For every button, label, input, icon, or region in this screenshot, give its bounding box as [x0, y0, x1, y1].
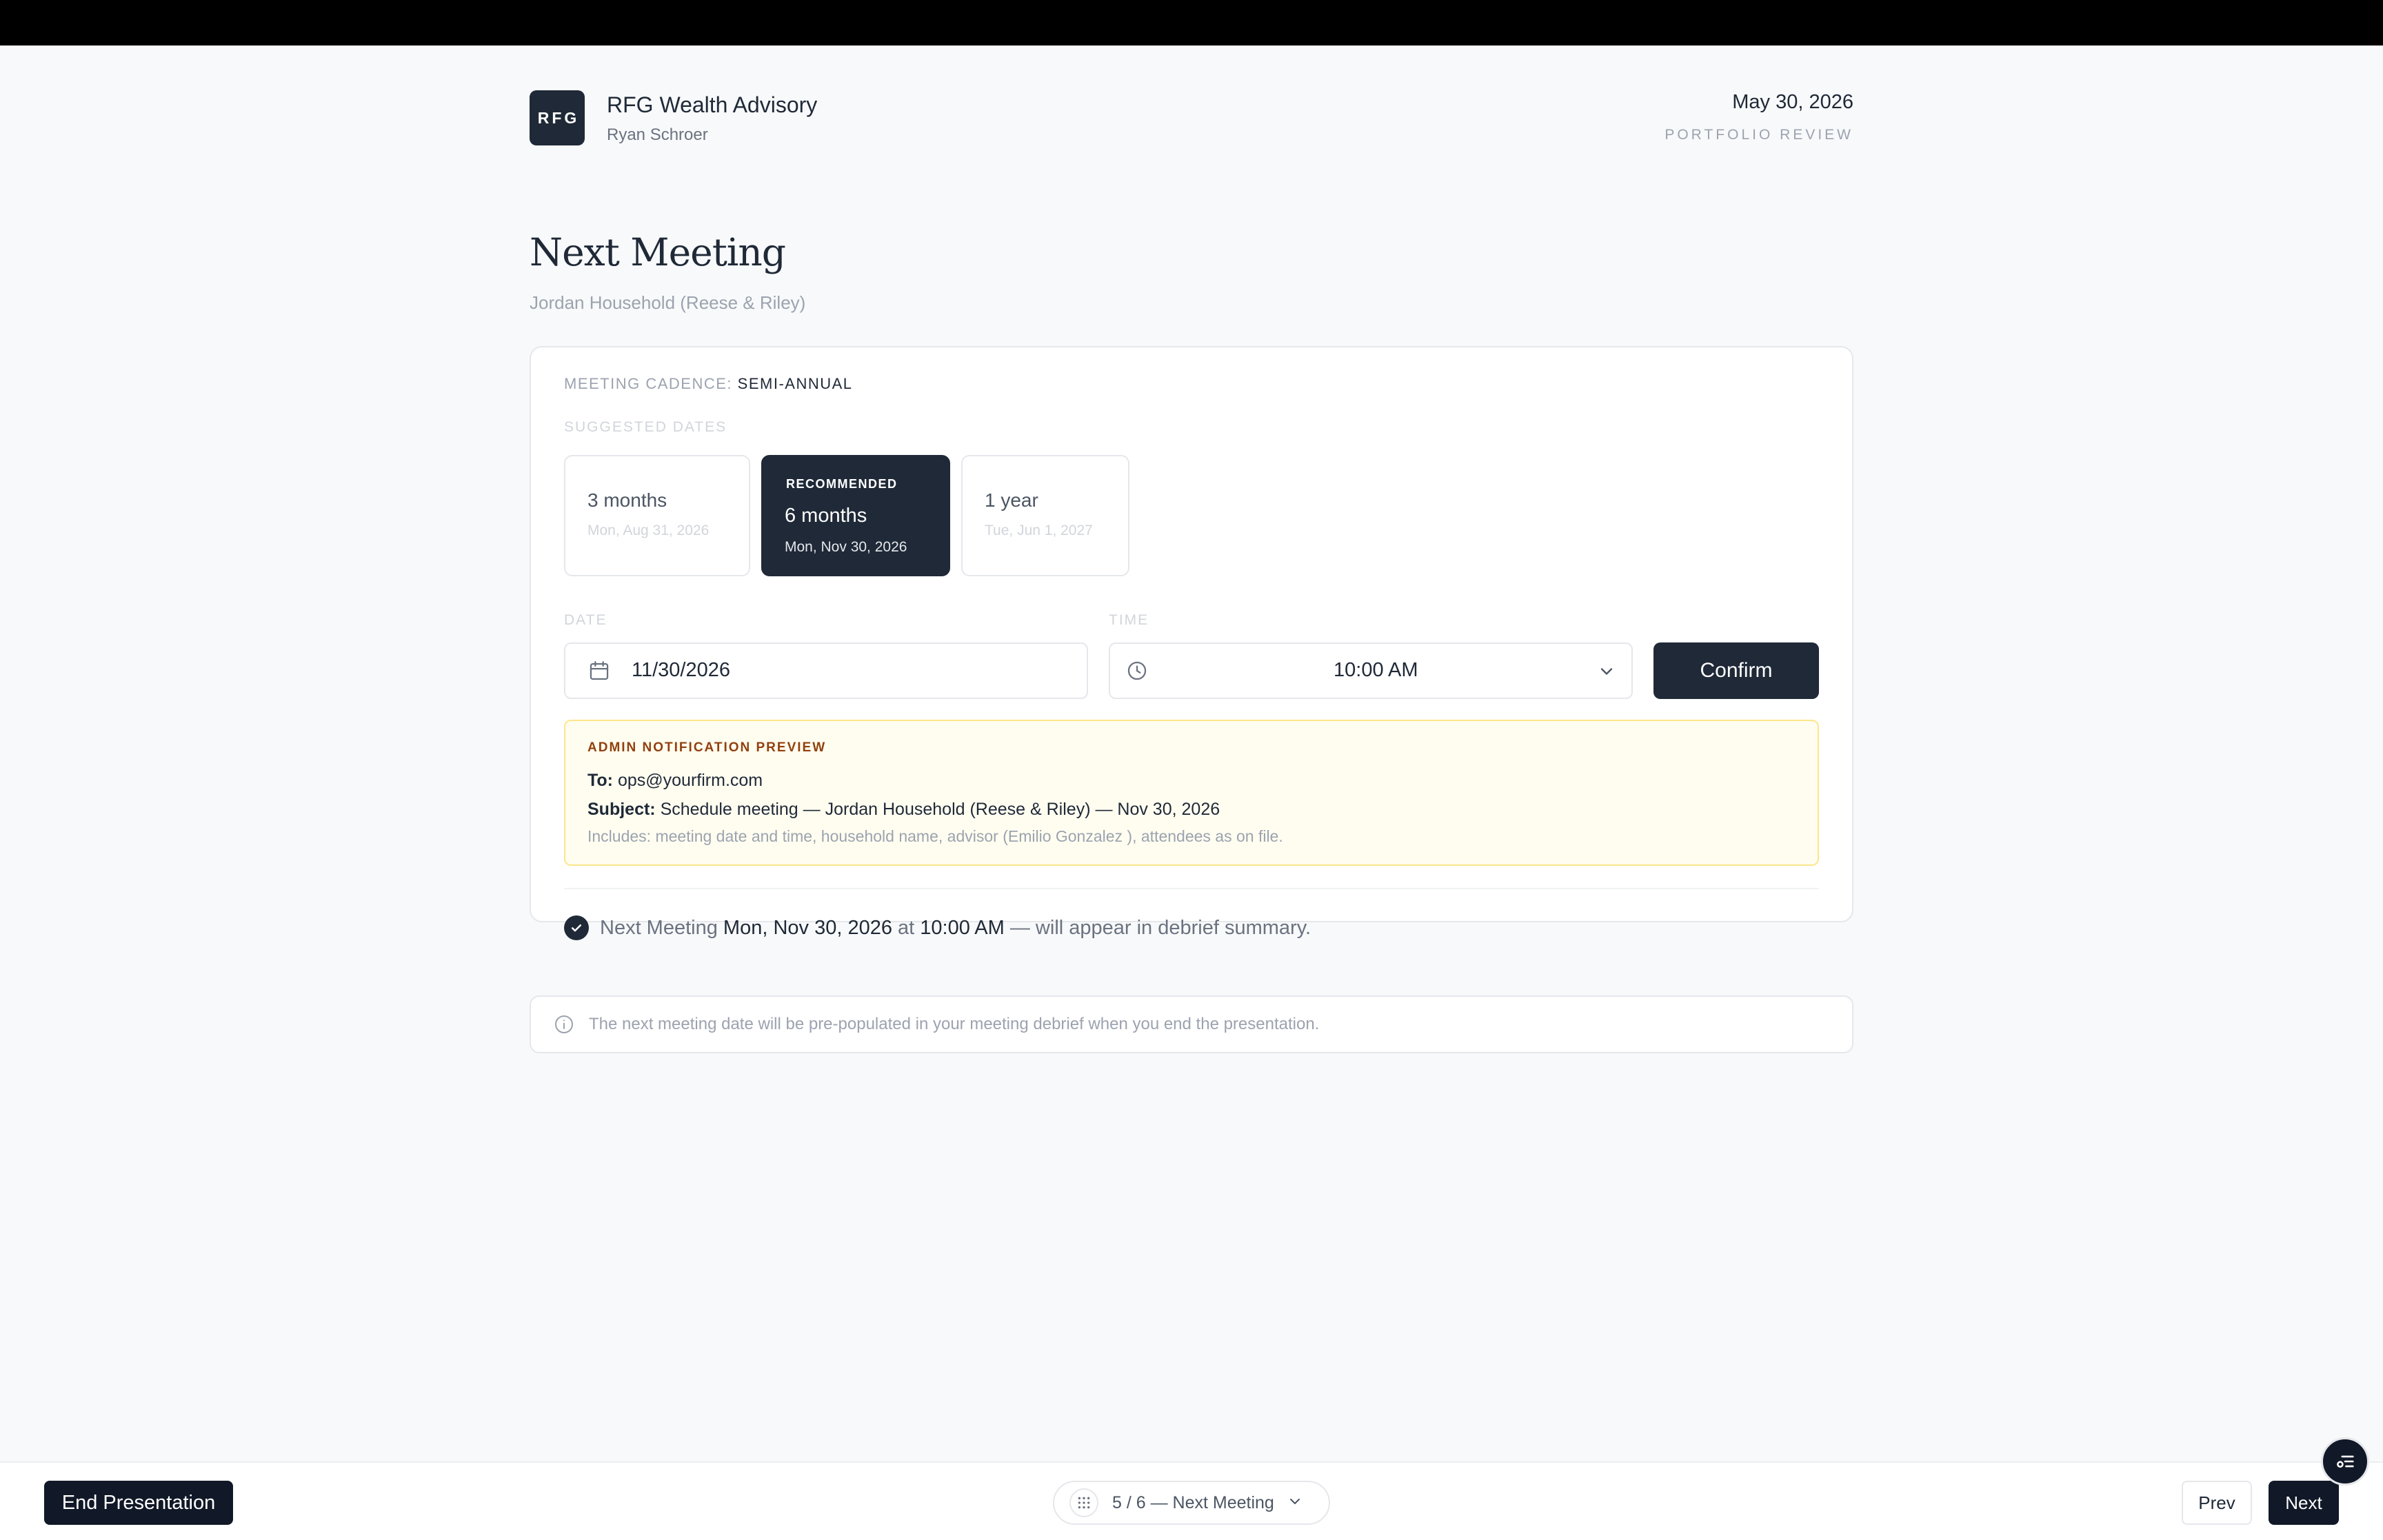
date-input[interactable]: 11/30/2026	[564, 642, 1088, 699]
next-button[interactable]: Next	[2269, 1481, 2339, 1525]
cadence-label: MEETING CADENCE:	[564, 375, 733, 392]
info-icon	[553, 1013, 575, 1035]
option-date: Mon, Nov 30, 2026	[785, 539, 907, 555]
divider	[564, 888, 1819, 889]
option-1-year[interactable]: 1 year Tue, Jun 1, 2027	[961, 455, 1129, 576]
option-label: 6 months	[785, 505, 867, 527]
menu-icon[interactable]	[2321, 1437, 2369, 1486]
info-text: The next meeting date will be pre-popula…	[589, 1015, 1320, 1033]
notification-title: ADMIN NOTIFICATION PREVIEW	[587, 740, 827, 755]
presentation-slide: RFG RFG Wealth Advisory Ryan Schroer May…	[530, 45, 1853, 1053]
grid-icon	[1069, 1488, 1098, 1517]
to-label: To:	[587, 771, 614, 790]
time-select[interactable]: 10:00 AM	[1109, 642, 1633, 699]
subject-label: Subject:	[587, 800, 656, 819]
advisor-name: Ryan Schroer	[607, 125, 708, 144]
household-name: Jordan Household (Reese & Riley)	[530, 292, 806, 313]
chevron-down-icon	[1597, 662, 1616, 681]
date-value: 11/30/2026	[632, 659, 730, 681]
to-value: ops@yourfirm.com	[617, 771, 763, 790]
date-label: DATE	[564, 612, 607, 628]
time-label: TIME	[1109, 612, 1149, 628]
scheduler-card: MEETING CADENCE: SEMI-ANNUAL SUGGESTED D…	[530, 346, 1853, 940]
clock-icon	[1125, 659, 1149, 682]
calendar-icon	[587, 659, 611, 682]
cadence-value: SEMI-ANNUAL	[737, 375, 853, 392]
firm-name: RFG Wealth Advisory	[607, 92, 818, 117]
info-banner: The next meeting date will be pre-popula…	[530, 995, 1853, 1053]
prev-button[interactable]: Prev	[2182, 1481, 2252, 1525]
recommended-badge: RECOMMENDED	[786, 477, 898, 491]
summary-time: 10:00 AM	[920, 916, 1005, 939]
slide-header: RFG RFG Wealth Advisory Ryan Schroer May…	[530, 45, 1853, 170]
summary-prefix: Next Meeting	[600, 916, 718, 939]
chevron-down-icon	[1287, 1493, 1303, 1513]
notification-subject: Subject: Schedule meeting — Jordan House…	[587, 800, 1220, 820]
option-label: 1 year	[985, 489, 1038, 511]
option-date: Tue, Jun 1, 2027	[985, 523, 1093, 538]
option-3-months[interactable]: 3 months Mon, Aug 31, 2026	[564, 455, 750, 576]
next-meeting-summary: Next Meeting Mon, Nov 30, 2026 at 10:00 …	[564, 914, 1311, 942]
slide-position: 5 / 6 — Next Meeting	[1112, 1492, 1274, 1512]
presentation-footer: End Presentation 5 / 6 — Next Meeting Pr…	[0, 1461, 2383, 1540]
header-subtitle: PORTFOLIO REVIEW	[1665, 127, 1853, 143]
notification-includes: Includes: meeting date and time, househo…	[587, 827, 1283, 845]
slide-navigator[interactable]: 5 / 6 — Next Meeting	[1053, 1481, 1330, 1525]
page-title: Next Meeting	[530, 230, 786, 274]
suggested-dates-label: SUGGESTED DATES	[564, 419, 727, 435]
option-label: 3 months	[587, 489, 667, 511]
header-date: May 30, 2026	[1732, 91, 1853, 113]
firm-logo: RFG	[530, 90, 585, 145]
check-icon	[564, 915, 589, 940]
notification-to: To: ops@yourfirm.com	[587, 771, 763, 791]
summary-suffix: — will appear in debrief summary.	[1009, 916, 1311, 939]
option-date: Mon, Aug 31, 2026	[587, 523, 710, 538]
subject-value: Schedule meeting — Jordan Household (Ree…	[660, 800, 1220, 819]
time-value: 10:00 AM	[1334, 659, 1418, 681]
confirm-button[interactable]: Confirm	[1653, 642, 1819, 699]
meeting-cadence: MEETING CADENCE: SEMI-ANNUAL	[564, 375, 853, 393]
top-black-bar	[0, 0, 2383, 45]
summary-at: at	[898, 916, 915, 939]
summary-date: Mon, Nov 30, 2026	[723, 916, 892, 939]
end-presentation-button[interactable]: End Presentation	[44, 1481, 233, 1525]
admin-notification-preview: ADMIN NOTIFICATION PREVIEW To: ops@yourf…	[564, 720, 1819, 866]
option-6-months[interactable]: RECOMMENDED 6 months Mon, Nov 30, 2026	[761, 455, 950, 576]
